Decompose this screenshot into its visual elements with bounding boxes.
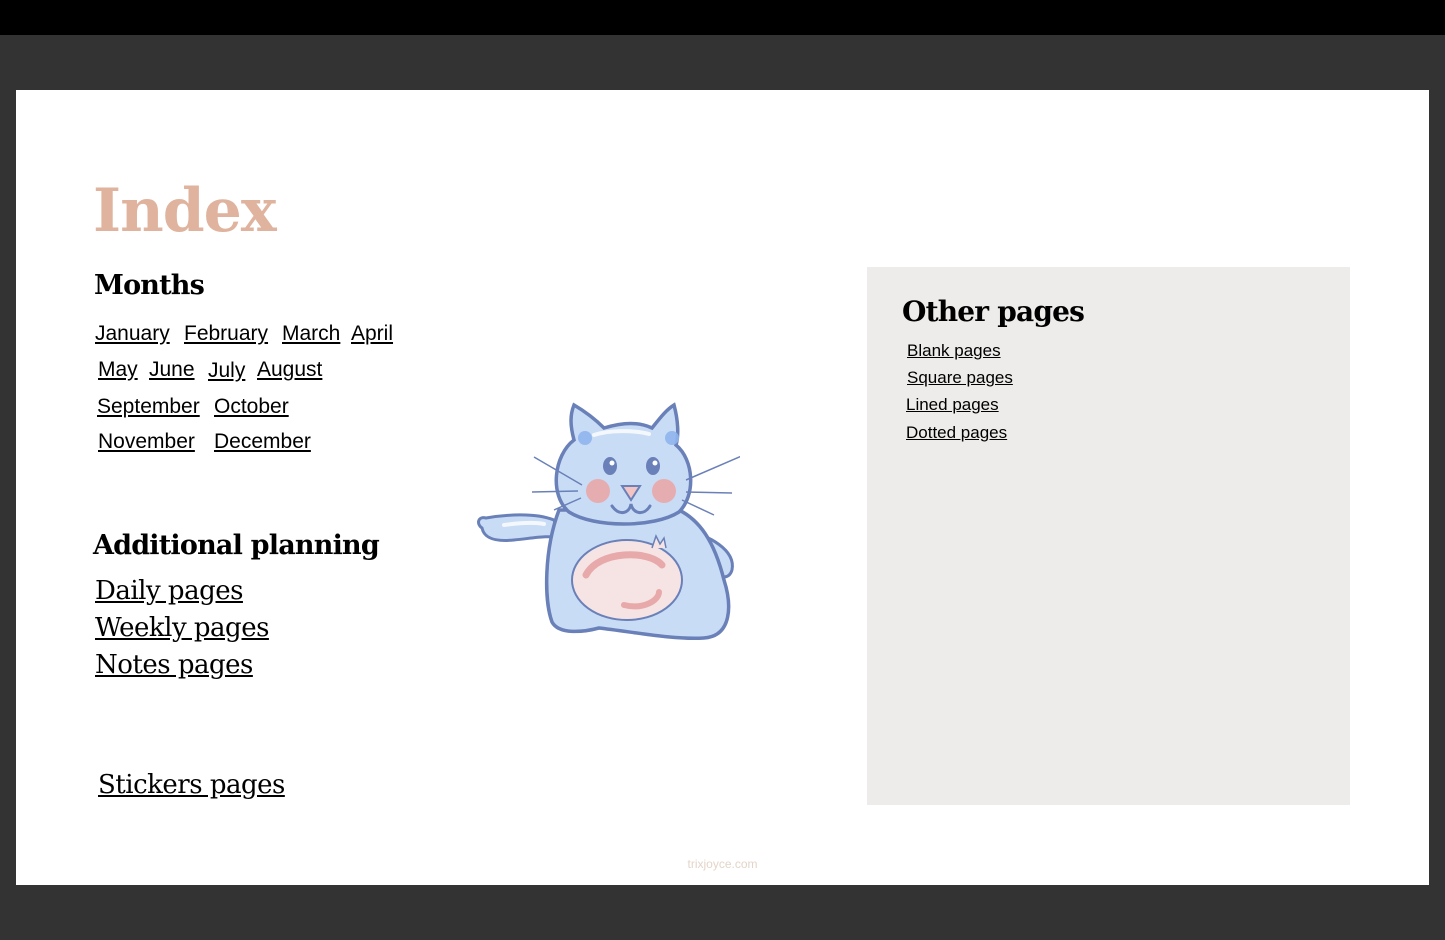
- month-link-july[interactable]: July: [208, 359, 245, 383]
- month-link-september[interactable]: September: [97, 395, 200, 419]
- other-pages-heading: Other pages: [902, 295, 1085, 328]
- top-bar: [0, 0, 1445, 35]
- dotted-pages-link[interactable]: Dotted pages: [906, 423, 1007, 443]
- month-link-march[interactable]: March: [282, 322, 340, 346]
- weekly-pages-link[interactable]: Weekly pages: [95, 613, 269, 643]
- additional-planning-heading: Additional planning: [93, 530, 380, 561]
- month-link-october[interactable]: October: [214, 395, 289, 419]
- page-title: Index: [93, 176, 277, 246]
- month-link-may[interactable]: May: [98, 358, 138, 382]
- planner-page: Index Months January February March Apri…: [16, 90, 1429, 885]
- stickers-pages-link[interactable]: Stickers pages: [98, 770, 285, 800]
- month-link-january[interactable]: January: [95, 322, 170, 346]
- month-link-february[interactable]: February: [184, 322, 268, 346]
- month-link-august[interactable]: August: [257, 358, 322, 382]
- cat-illustration: [477, 402, 740, 641]
- blank-pages-link[interactable]: Blank pages: [907, 341, 1001, 361]
- square-pages-link[interactable]: Square pages: [907, 368, 1013, 388]
- months-heading: Months: [94, 270, 205, 301]
- other-pages-panel: Other pages Blank pages Square pages Lin…: [867, 267, 1350, 805]
- month-link-december[interactable]: December: [214, 430, 311, 454]
- month-link-november[interactable]: November: [98, 430, 195, 454]
- daily-pages-link[interactable]: Daily pages: [95, 576, 243, 606]
- lined-pages-link[interactable]: Lined pages: [906, 395, 999, 415]
- notes-pages-link[interactable]: Notes pages: [95, 650, 253, 680]
- month-link-april[interactable]: April: [351, 322, 393, 346]
- footer-credit: trixjoyce.com: [687, 857, 758, 871]
- month-link-june[interactable]: June: [149, 358, 195, 382]
